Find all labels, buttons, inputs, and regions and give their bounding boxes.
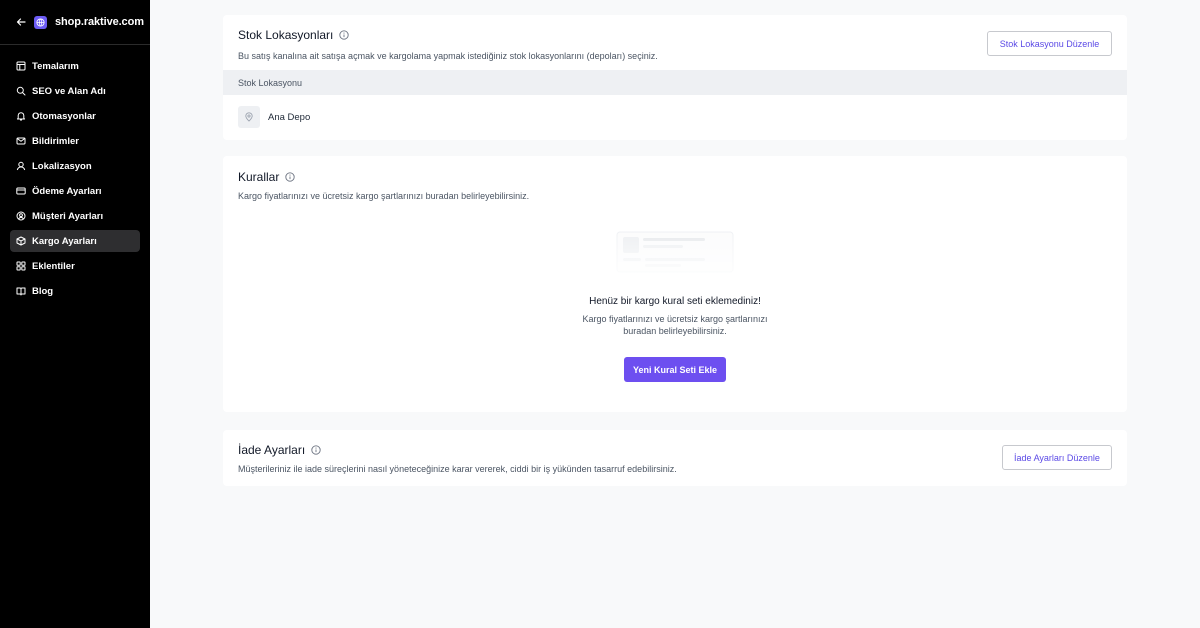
search-icon bbox=[16, 86, 26, 96]
add-rule-set-button[interactable]: Yeni Kural Seti Ekle bbox=[624, 357, 726, 382]
bell-icon bbox=[16, 111, 26, 121]
rules-title-text: Kurallar bbox=[238, 170, 280, 184]
sidebar-item-label: Lokalizasyon bbox=[32, 160, 92, 172]
sidebar-item-label: Ödeme Ayarları bbox=[32, 185, 102, 197]
returns-title: İade Ayarları bbox=[238, 443, 321, 457]
sidebar-item-kargo[interactable]: Kargo Ayarları bbox=[10, 230, 140, 252]
map-pin-icon bbox=[238, 106, 260, 128]
sidebar-item-musteri[interactable]: Müşteri Ayarları bbox=[10, 205, 140, 227]
sidebar-item-label: Bildirimler bbox=[32, 135, 79, 147]
book-icon bbox=[16, 286, 26, 296]
empty-state-title: Henüz bir kargo kural seti eklemediniz! bbox=[589, 296, 761, 307]
rules-title: Kurallar bbox=[238, 170, 296, 184]
mail-icon bbox=[16, 136, 26, 146]
user-pin-icon bbox=[16, 161, 26, 171]
layout-icon bbox=[16, 61, 26, 71]
sidebar-item-label: Otomasyonlar bbox=[32, 110, 96, 122]
sidebar-item-bildirimler[interactable]: Bildirimler bbox=[10, 130, 140, 152]
rules-subtitle: Kargo fiyatlarınızı ve ücretsiz kargo şa… bbox=[238, 191, 530, 201]
sidebar-item-eklentiler[interactable]: Eklentiler bbox=[10, 255, 140, 277]
sidebar-item-label: Blog bbox=[32, 285, 54, 297]
returns-card: İade Ayarları Müşterileriniz ile iade sü… bbox=[223, 430, 1127, 486]
sidebar-item-odeme[interactable]: Ödeme Ayarları bbox=[10, 180, 140, 202]
location-name: Ana Depo bbox=[268, 111, 311, 123]
edit-returns-button[interactable]: İade Ayarları Düzenle bbox=[1002, 445, 1112, 470]
sidebar-item-label: Kargo Ayarları bbox=[32, 235, 97, 247]
store-name[interactable]: shop.raktive.com bbox=[55, 16, 144, 28]
globe-icon bbox=[34, 15, 47, 29]
user-circle-icon bbox=[16, 211, 26, 221]
rules-card: Kurallar Kargo fiyatlarınızı ve ücretsiz… bbox=[223, 156, 1127, 412]
stock-title-text: Stok Lokasyonları bbox=[238, 28, 334, 42]
sidebar-item-temalarim[interactable]: Temalarım bbox=[10, 55, 140, 77]
stock-locations-subtitle: Bu satış kanalına ait satışa açmak ve ka… bbox=[238, 51, 658, 61]
stock-locations-card: Stok Lokasyonları Bu satış kanalına ait … bbox=[223, 15, 1127, 140]
grid-icon bbox=[16, 261, 26, 271]
stock-location-column-header: Stok Lokasyonu bbox=[223, 70, 1127, 95]
sidebar-item-label: Temalarım bbox=[32, 60, 79, 72]
sidebar-item-label: Eklentiler bbox=[32, 260, 75, 272]
empty-state-illustration-icon bbox=[607, 226, 743, 284]
credit-card-icon bbox=[16, 186, 26, 196]
returns-subtitle: Müşterileriniz ile iade süreçlerini nası… bbox=[238, 464, 677, 474]
sidebar-item-lokalizasyon[interactable]: Lokalizasyon bbox=[10, 155, 140, 177]
returns-title-text: İade Ayarları bbox=[238, 443, 306, 457]
list-item: Ana Depo bbox=[238, 106, 310, 128]
info-icon[interactable] bbox=[285, 172, 296, 182]
sidebar-item-otomasyonlar[interactable]: Otomasyonlar bbox=[10, 105, 140, 127]
edit-stock-location-button[interactable]: Stok Lokasyonu Düzenle bbox=[987, 31, 1112, 56]
sidebar-item-seo[interactable]: SEO ve Alan Adı bbox=[10, 80, 140, 102]
box-icon bbox=[16, 236, 26, 246]
main-content: Stok Lokasyonları Bu satış kanalına ait … bbox=[150, 0, 1200, 628]
info-icon[interactable] bbox=[311, 445, 321, 455]
sidebar: shop.raktive.com Temalarım SEO ve Alan A… bbox=[0, 0, 150, 628]
sidebar-item-label: SEO ve Alan Adı bbox=[32, 85, 106, 97]
back-arrow-icon[interactable] bbox=[16, 16, 26, 28]
store-header: shop.raktive.com bbox=[0, 0, 150, 45]
sidebar-item-blog[interactable]: Blog bbox=[10, 280, 140, 302]
empty-state-description: Kargo fiyatlarınızı ve ücretsiz kargo şa… bbox=[582, 314, 768, 336]
sidebar-item-label: Müşteri Ayarları bbox=[32, 210, 104, 222]
info-icon[interactable] bbox=[339, 30, 350, 40]
sidebar-nav: Temalarım SEO ve Alan Adı Otomasyonlar B… bbox=[0, 45, 150, 302]
stock-locations-title: Stok Lokasyonları bbox=[238, 28, 350, 42]
